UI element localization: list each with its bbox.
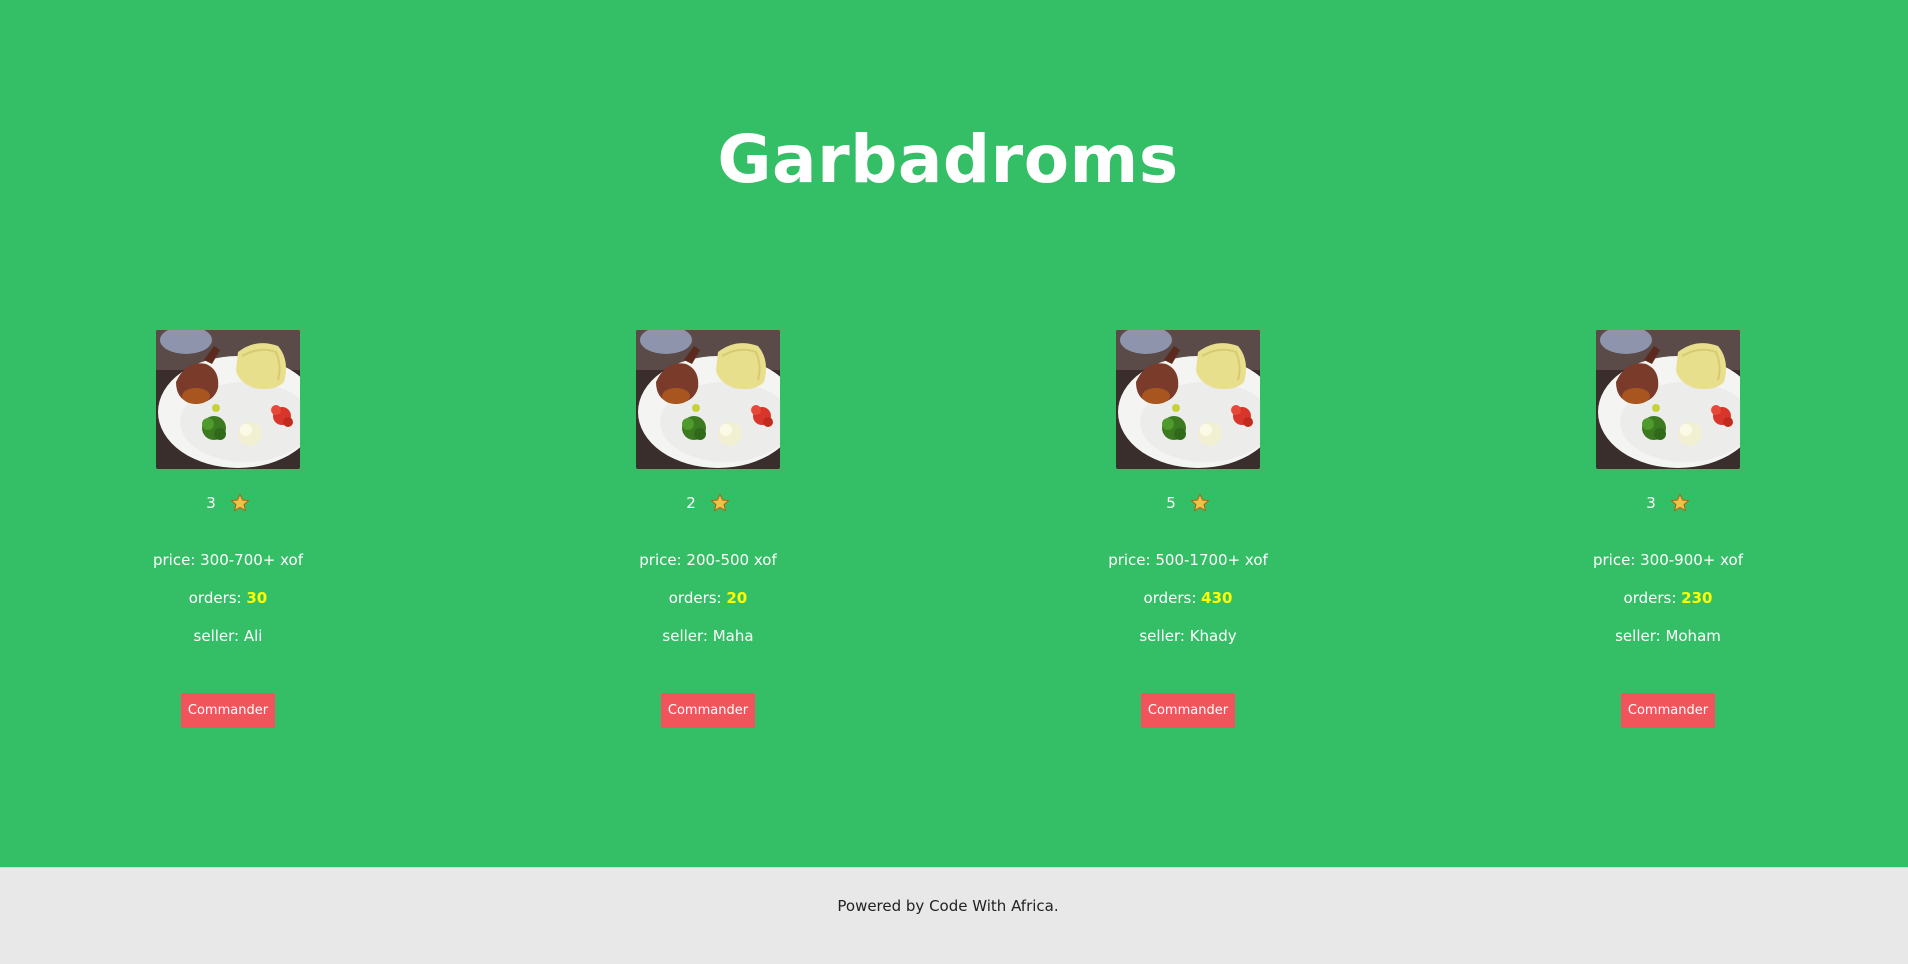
star-icon	[1189, 493, 1210, 512]
orders-label: orders:	[1143, 589, 1202, 607]
orders-text: orders: 430	[1068, 588, 1308, 608]
rating: 3	[108, 491, 348, 515]
orders-label: orders:	[188, 589, 247, 607]
orders-count: 20	[726, 589, 748, 607]
commander-button[interactable]: Commander	[1141, 693, 1235, 728]
price-text: price: 200-500 xof	[639, 551, 777, 569]
food-plate-image[interactable]	[1116, 330, 1260, 469]
orders-label: orders:	[1623, 589, 1682, 607]
rating: 2	[588, 491, 828, 515]
food-plate-image[interactable]	[636, 330, 780, 469]
seller-text: seller: Khady	[1139, 627, 1237, 645]
star-icon	[709, 493, 730, 512]
commander-button[interactable]: Commander	[181, 693, 275, 728]
orders-text: orders: 30	[108, 588, 348, 608]
food-plate-image[interactable]	[156, 330, 300, 469]
orders-count: 430	[1201, 589, 1233, 607]
footer-text: Powered by Code With Africa.	[837, 897, 1059, 915]
orders-label: orders:	[668, 589, 727, 607]
footer: Powered by Code With Africa.	[0, 867, 1908, 964]
price-text: price: 300-900+ xof	[1592, 551, 1744, 569]
rating-value: 2	[686, 494, 696, 512]
rating-value: 3	[1646, 494, 1656, 512]
page: Garbadroms 3 price: 300-700+ xof orders:…	[0, 0, 1908, 964]
orders-text: orders: 230	[1548, 588, 1788, 608]
rating-value: 5	[1166, 494, 1176, 512]
commander-button[interactable]: Commander	[1621, 693, 1715, 728]
rating: 5	[1068, 491, 1308, 515]
seller-text: seller: Ali	[193, 627, 263, 645]
star-icon	[1669, 493, 1690, 512]
orders-text: orders: 20	[588, 588, 828, 608]
seller-text: seller: Moham	[1615, 627, 1721, 645]
orders-count: 230	[1681, 589, 1713, 607]
site-title: Garbadroms	[717, 121, 1179, 198]
price-text: price: 300-700+ xof	[152, 551, 304, 569]
seller-text: seller: Maha	[662, 627, 754, 645]
star-icon	[229, 493, 250, 512]
product-card: 3 price: 300-700+ xof orders: 30 seller:…	[108, 330, 348, 728]
hero-section: Garbadroms 3 price: 300-700+ xof orders:…	[0, 0, 1908, 867]
price-text: price: 500-1700+ xof	[1108, 551, 1268, 569]
orders-count: 30	[246, 589, 268, 607]
product-card: 5 price: 500-1700+ xof orders: 430 selle…	[1068, 330, 1308, 728]
rating: 3	[1548, 491, 1788, 515]
commander-button[interactable]: Commander	[661, 693, 755, 728]
product-card: 2 price: 200-500 xof orders: 20 seller: …	[588, 330, 828, 728]
rating-value: 3	[206, 494, 216, 512]
product-card: 3 price: 300-900+ xof orders: 230 seller…	[1548, 330, 1788, 728]
food-plate-image[interactable]	[1596, 330, 1740, 469]
